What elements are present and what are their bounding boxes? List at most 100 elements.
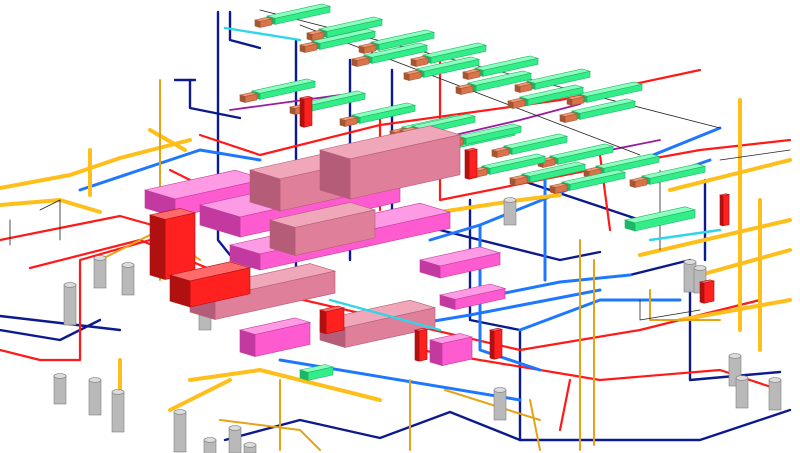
support-column <box>53 373 67 405</box>
mep-3d-model[interactable] <box>0 0 800 453</box>
diffuser-bar <box>265 3 332 25</box>
red-equipment-block <box>148 208 197 280</box>
support-column <box>173 409 187 453</box>
domestic-water-pipe <box>0 314 122 332</box>
column-shaft <box>493 389 507 421</box>
column-shaft <box>93 257 107 289</box>
diffuser-box-side <box>306 32 313 41</box>
fire-sprinkler-pipe <box>0 198 102 214</box>
column-shaft <box>228 427 242 453</box>
diffuser-box <box>350 56 371 67</box>
diffuser-box-side <box>351 58 358 67</box>
column-cap <box>493 387 507 393</box>
diffuser-box-side <box>566 97 573 106</box>
return-duct-side <box>239 329 256 357</box>
red-equipment-block-side <box>319 309 327 335</box>
red-equipment-block-side <box>699 281 705 304</box>
diffuser-box <box>558 112 579 123</box>
condensate-pipe <box>529 399 541 451</box>
hot-water-pipe <box>0 214 172 242</box>
support-column <box>735 375 749 409</box>
red-equipment-block-side <box>464 149 470 180</box>
diffuser-box <box>298 42 319 53</box>
column-cap <box>93 255 107 261</box>
column-cap <box>173 409 187 415</box>
red-equipment-block-front <box>164 212 196 280</box>
column-cap <box>63 282 77 288</box>
diffuser-bar <box>577 81 644 103</box>
support-column <box>228 425 242 453</box>
mep-model-viewport[interactable] <box>0 0 800 453</box>
thin-line <box>39 199 61 241</box>
red-equipment-block <box>413 327 429 362</box>
diffuser-box-side <box>455 86 462 95</box>
diffuser-box-side <box>462 71 469 80</box>
column-shaft <box>53 375 67 405</box>
red-equipment-block <box>718 193 731 227</box>
cyan-pipe <box>223 26 302 42</box>
return-duct <box>428 333 474 367</box>
diffuser-box <box>513 82 534 93</box>
support-column <box>493 387 507 421</box>
diffuser-box-side <box>629 179 636 188</box>
red-equipment-block-side <box>149 214 166 280</box>
diffuser-bar <box>594 153 661 175</box>
domestic-water-pipe <box>188 78 242 120</box>
thin-line <box>719 149 791 161</box>
diffuser-bar <box>298 364 335 381</box>
red-equipment-block-front <box>468 149 478 180</box>
diffuser-box-side <box>507 100 514 109</box>
diffuser-bar <box>640 163 707 185</box>
diffuser-box <box>628 177 649 188</box>
column-cap <box>683 259 697 265</box>
support-column <box>93 255 107 289</box>
return-duct <box>238 317 312 357</box>
diffuser-box <box>506 98 527 109</box>
red-equipment-block-side <box>489 329 495 360</box>
diffuser-box <box>253 17 274 28</box>
red-equipment-block <box>463 147 479 180</box>
column-cap <box>228 425 242 431</box>
diffuser-box-side <box>410 58 417 67</box>
support-column <box>768 377 782 411</box>
column-cap <box>728 353 742 359</box>
fire-sprinkler-pipe <box>168 378 232 412</box>
diffuser-bar <box>250 78 317 100</box>
diffuser-box-side <box>491 149 498 158</box>
red-equipment-block-front <box>493 329 503 360</box>
support-column <box>63 282 77 326</box>
diffuser-box <box>238 92 259 103</box>
diffuser-box-side <box>289 106 296 115</box>
column-shaft <box>121 264 135 296</box>
red-equipment-block-front <box>703 280 715 304</box>
diffuser-box <box>461 69 482 80</box>
diffuser-box-side <box>509 177 516 186</box>
support-column <box>503 197 517 226</box>
diffuser-box-side <box>514 84 521 93</box>
column-cap <box>243 442 257 448</box>
column-shaft <box>768 379 782 411</box>
diffuser-box <box>402 70 423 81</box>
column-shaft <box>503 199 517 226</box>
red-equipment-block <box>488 327 504 360</box>
red-equipment-block-front <box>303 97 313 128</box>
column-shaft <box>63 284 77 326</box>
fire-sprinkler-pipe <box>678 298 792 322</box>
chilled-water-pipe <box>278 358 522 402</box>
column-cap <box>503 197 517 203</box>
diffuser-bar <box>350 102 417 124</box>
support-column <box>243 442 257 453</box>
column-cap <box>111 389 125 395</box>
column-shaft <box>173 411 187 453</box>
column-cap <box>53 373 67 379</box>
return-duct <box>418 246 502 279</box>
diffuser-box-side <box>358 45 365 54</box>
column-shaft <box>88 379 102 416</box>
return-duct <box>438 283 507 310</box>
red-equipment-block <box>298 95 314 128</box>
column-shaft <box>735 377 749 409</box>
column-cap <box>121 262 135 268</box>
diffuser-box-side <box>299 44 306 53</box>
diffuser-box-side <box>254 19 261 28</box>
diffuser-box-side <box>549 185 556 194</box>
